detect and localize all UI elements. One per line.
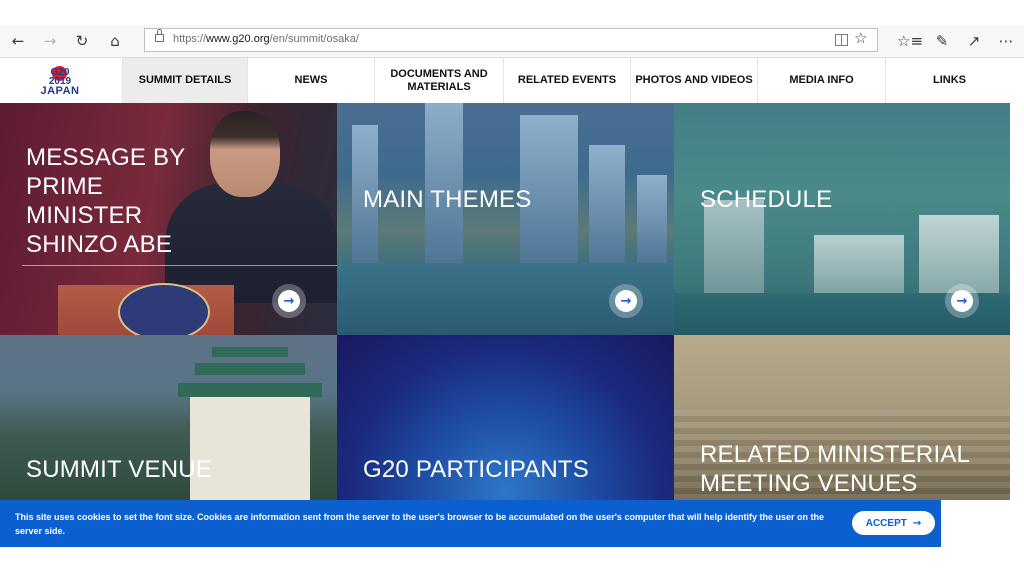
back-arrow-icon[interactable]: ← (6, 29, 30, 53)
g20-logo[interactable]: G20 2019 JAPAN (22, 66, 98, 98)
home-icon[interactable]: ⌂ (103, 29, 127, 53)
site-header: G20 2019 JAPAN SUMMIT DETAILS NEWS DOCUM… (0, 58, 1024, 103)
arrow-right-icon: → (912, 517, 922, 529)
tile-summit-venue[interactable]: SUMMIT VENUE (0, 335, 337, 500)
building-shape (814, 235, 904, 295)
castle-roof-shape (178, 383, 322, 397)
cookie-banner: This site uses cookies to set the font s… (0, 500, 941, 547)
accept-button[interactable]: ACCEPT → (852, 511, 935, 535)
favorites-list-icon[interactable]: ☆≡ (897, 29, 923, 53)
nav-item-related-events[interactable]: RELATED EVENTS (503, 58, 630, 103)
building-shape (589, 145, 625, 265)
tile-message-by-prime-minister[interactable]: MESSAGE BY PRIME MINISTER SHINZO ABE → (0, 103, 337, 335)
nav-item-photos-and-videos[interactable]: PHOTOS AND VIDEOS (630, 58, 757, 103)
refresh-icon[interactable]: ↻ (70, 29, 94, 53)
tile-divider (22, 265, 337, 266)
castle-roof-shape (195, 363, 305, 375)
castle-shape (190, 395, 310, 500)
forward-arrow-icon[interactable]: → (38, 29, 62, 53)
building-shape (919, 215, 999, 295)
nav-item-links[interactable]: LINKS (885, 58, 1013, 103)
url-host: www.g20.org (206, 33, 270, 45)
nav-item-media-info[interactable]: MEDIA INFO (757, 58, 885, 103)
pen-icon[interactable]: ✎ (930, 29, 954, 53)
tile-related-ministerial-meeting-venues[interactable]: RELATED MINISTERIAL MEETING VENUES (674, 335, 1010, 500)
url-path: /en/summit/osaka/ (269, 33, 359, 45)
building-shape (425, 103, 463, 265)
tile-main-themes[interactable]: MAIN THEMES → (337, 103, 674, 335)
tile-title: G20 PARTICIPANTS (363, 456, 589, 483)
tile-title: MAIN THEMES (363, 186, 532, 213)
nav-item-news[interactable]: NEWS (247, 58, 374, 103)
prime-minister-head-shape (210, 111, 280, 197)
cookie-message: This site uses cookies to set the font s… (15, 512, 824, 536)
tile-g20-participants[interactable]: G20 PARTICIPANTS (337, 335, 674, 500)
logo-line-japan: JAPAN (40, 85, 80, 97)
browser-toolbar: ← → ↻ ⌂ https://www.g20.org/en/summit/os… (0, 25, 1024, 58)
nav-item-summit-details[interactable]: SUMMIT DETAILS (122, 58, 247, 103)
url-text: https://www.g20.org/en/summit/osaka/ (173, 33, 359, 45)
more-icon[interactable]: ⋯ (994, 29, 1018, 53)
reading-view-icon[interactable] (835, 34, 848, 46)
url-prefix: https:// (173, 33, 207, 45)
lock-icon (155, 29, 164, 42)
building-shape (637, 175, 667, 265)
tile-title: SCHEDULE (700, 186, 833, 213)
castle-roof-shape (212, 347, 288, 357)
favorite-star-icon[interactable]: ☆ (854, 31, 867, 46)
tile-schedule[interactable]: SCHEDULE → (674, 103, 1010, 335)
arrow-right-icon[interactable]: → (951, 290, 973, 312)
tile-title: RELATED MINISTERIAL MEETING VENUES (700, 441, 970, 497)
arrow-right-icon[interactable]: → (615, 290, 637, 312)
tile-title: SUMMIT VENUE (26, 456, 212, 483)
podium-seal-icon (118, 283, 210, 335)
accept-label: ACCEPT (865, 517, 907, 529)
address-bar[interactable]: https://www.g20.org/en/summit/osaka/ ☆ (144, 28, 878, 52)
arrow-right-icon[interactable]: → (278, 290, 300, 312)
share-icon[interactable]: ↗ (962, 29, 986, 53)
nav-item-documents-and-materials[interactable]: DOCUMENTS AND MATERIALS (374, 58, 503, 103)
tile-title: MESSAGE BY PRIME MINISTER SHINZO ABE (26, 144, 185, 258)
building-shape (704, 200, 764, 295)
